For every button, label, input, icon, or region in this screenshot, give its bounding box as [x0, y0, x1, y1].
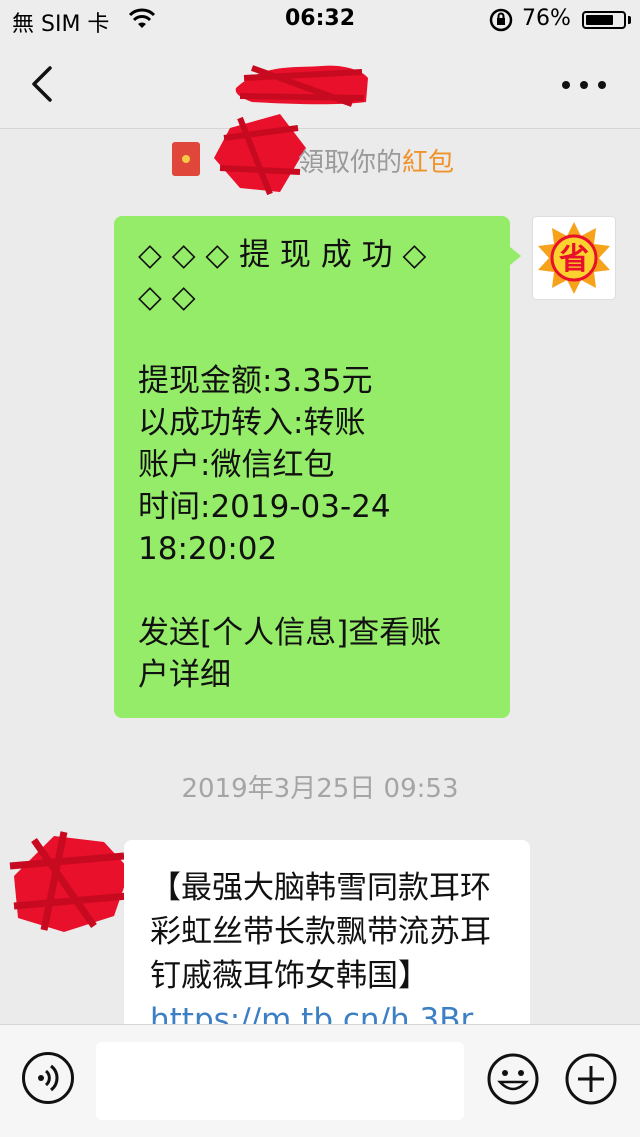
message-line: 发送[个人信息]查看账 — [138, 615, 442, 651]
chevron-left-icon[interactable] — [24, 64, 64, 104]
sun-badge-icon: 省 — [538, 222, 610, 294]
battery-tip — [628, 16, 631, 24]
voice-icon[interactable] — [22, 1052, 74, 1104]
message-line: ◇ ◇ — [138, 279, 196, 315]
redacted-title-scribble — [235, 65, 368, 107]
more-dot — [580, 81, 588, 89]
message-line: 以成功转入:转账 — [138, 405, 366, 441]
incoming-message-bubble[interactable]: 【最强大脑韩雪同款耳环彩虹丝带长款飘带流苏耳钉戚薇耳饰女韩国】https://m… — [124, 840, 530, 1040]
message-line: 时间:2019-03-24 — [138, 489, 391, 525]
message-line: ◇ ◇ ◇ 提 现 成 功 ◇ — [138, 237, 427, 273]
battery-fill — [586, 15, 613, 25]
avatar[interactable]: 省 — [532, 216, 616, 300]
message-timestamp: 2019年3月25日 09:53 — [181, 774, 459, 804]
message-line: 账户:微信红包 — [138, 447, 335, 483]
emoji-icon[interactable] — [486, 1052, 540, 1106]
nav-bar — [0, 40, 640, 129]
more-dots-icon[interactable] — [562, 78, 606, 92]
rotation-lock-icon — [489, 8, 513, 32]
battery-percent: 76% — [522, 6, 571, 31]
more-dot — [598, 81, 606, 89]
voice-waves — [38, 1064, 59, 1092]
redacted-name-scribble — [214, 114, 306, 196]
red-packet-notice: 領取你的紅包 — [298, 142, 454, 179]
red-packet-icon — [172, 142, 200, 176]
plus-icon[interactable] — [564, 1052, 618, 1106]
message-line: 户详细 — [138, 657, 231, 693]
more-dot — [562, 81, 570, 89]
red-packet-link[interactable]: 紅包 — [402, 148, 454, 178]
battery-icon — [582, 11, 626, 29]
message-input[interactable] — [96, 1042, 464, 1120]
outgoing-message-bubble[interactable]: ◇ ◇ ◇ 提 现 成 功 ◇ ◇ ◇ 提现金额:3.35元 以成功转入:转账 … — [114, 216, 521, 718]
incoming-text: 【最强大脑韩雪同款耳环彩虹丝带长款飘带流苏耳钉戚薇耳饰女韩国】 — [150, 870, 491, 994]
message-line: 18:20:02 — [138, 531, 278, 567]
message-line — [138, 318, 488, 360]
notice-text: 領取你的 — [298, 148, 403, 178]
message-line — [138, 570, 488, 612]
status-bar: 無 SIM 卡 06:32 76% — [0, 0, 640, 40]
message-line: 提现金额:3.35元 — [138, 363, 373, 399]
avatar-char: 省 — [559, 242, 589, 277]
redacted-avatar-scribble — [9, 831, 130, 932]
